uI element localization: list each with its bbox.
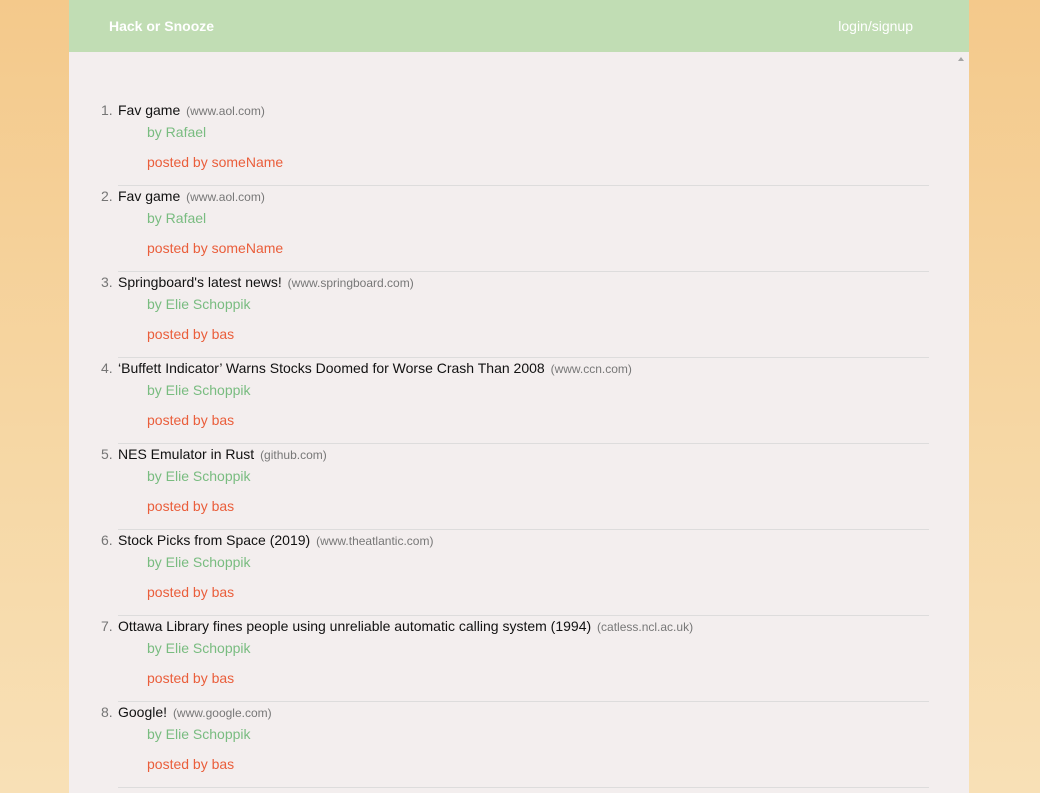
- story-author: by Rafael: [147, 210, 207, 226]
- story-author: by Rafael: [147, 124, 207, 140]
- story-poster: posted by someName: [147, 154, 284, 170]
- story-author: by Elie Schoppik: [147, 468, 251, 484]
- story-title-link[interactable]: Stock Picks from Space (2019): [118, 532, 310, 548]
- story-number: 6.: [101, 532, 113, 548]
- scroll-up-arrow-icon[interactable]: [958, 57, 964, 61]
- story-poster: posted by bas: [147, 756, 235, 772]
- story-title-link[interactable]: NES Emulator in Rust: [118, 446, 254, 462]
- story-item: 8. Google! (www.google.com) by Elie Scho…: [101, 702, 929, 788]
- story-hostname: (www.springboard.com): [287, 276, 414, 290]
- story-item: 3. Springboard's latest news! (www.sprin…: [101, 272, 929, 358]
- story-item: 7. Ottawa Library fines people using unr…: [101, 616, 929, 702]
- story-item: 6. Stock Picks from Space (2019) (www.th…: [101, 530, 929, 616]
- story-poster: posted by bas: [147, 412, 235, 428]
- stories-section: 1. Fav game (www.aol.com) by Rafael post…: [69, 52, 969, 793]
- story-hostname: (www.theatlantic.com): [316, 534, 434, 548]
- story-hostname: (www.aol.com): [186, 104, 265, 118]
- story-title-link[interactable]: Fav game: [118, 188, 180, 204]
- story-item: 5. NES Emulator in Rust (github.com) by …: [101, 444, 929, 530]
- story-title-line: Ottawa Library fines people using unreli…: [118, 618, 693, 634]
- story-author: by Elie Schoppik: [147, 726, 251, 742]
- story-hostname: (github.com): [260, 448, 327, 462]
- story-title-line: Fav game (www.aol.com): [118, 102, 265, 118]
- story-author: by Elie Schoppik: [147, 554, 251, 570]
- story-title-link[interactable]: Ottawa Library fines people using unreli…: [118, 618, 591, 634]
- login-signup-link[interactable]: login/signup: [838, 18, 913, 34]
- app-container: Hack or Snooze login/signup 1. Fav game …: [69, 0, 969, 793]
- story-title-line: Springboard's latest news! (www.springbo…: [118, 274, 414, 290]
- story-poster: posted by bas: [147, 584, 235, 600]
- story-title-link[interactable]: Springboard's latest news!: [118, 274, 282, 290]
- story-title-line: Stock Picks from Space (2019) (www.theat…: [118, 532, 433, 548]
- story-number: 3.: [101, 274, 113, 290]
- story-number: 2.: [101, 188, 113, 204]
- story-hostname: (www.ccn.com): [550, 362, 632, 376]
- story-title-line: Fav game (www.aol.com): [118, 188, 265, 204]
- story-title-link[interactable]: Fav game: [118, 102, 180, 118]
- story-title-line: Google! (www.google.com): [118, 704, 272, 720]
- stories-list: 1. Fav game (www.aol.com) by Rafael post…: [69, 100, 969, 788]
- story-author: by Elie Schoppik: [147, 296, 251, 312]
- story-item: 4. ‘Buffett Indicator’ Warns Stocks Doom…: [101, 358, 929, 444]
- story-author: by Elie Schoppik: [147, 382, 251, 398]
- story-number: 8.: [101, 704, 113, 720]
- story-poster: posted by bas: [147, 670, 235, 686]
- story-poster: posted by bas: [147, 326, 235, 342]
- story-title-link[interactable]: Google!: [118, 704, 167, 720]
- story-hostname: (www.aol.com): [186, 190, 265, 204]
- story-title-link[interactable]: ‘Buffett Indicator’ Warns Stocks Doomed …: [118, 360, 545, 376]
- story-number: 4.: [101, 360, 113, 376]
- story-poster: posted by bas: [147, 498, 235, 514]
- story-hostname: (www.google.com): [172, 706, 272, 720]
- story-number: 7.: [101, 618, 113, 634]
- story-title-line: ‘Buffett Indicator’ Warns Stocks Doomed …: [118, 360, 632, 376]
- story-item: 2. Fav game (www.aol.com) by Rafael post…: [101, 186, 929, 272]
- story-number: 5.: [101, 446, 113, 462]
- story-number: 1.: [101, 102, 113, 118]
- navbar: Hack or Snooze login/signup: [69, 0, 969, 52]
- story-hostname: (catless.ncl.ac.uk): [597, 620, 694, 634]
- story-poster: posted by someName: [147, 240, 284, 256]
- brand-link[interactable]: Hack or Snooze: [109, 18, 214, 34]
- story-title-line: NES Emulator in Rust (github.com): [118, 446, 327, 462]
- story-item: 1. Fav game (www.aol.com) by Rafael post…: [101, 100, 929, 186]
- story-author: by Elie Schoppik: [147, 640, 251, 656]
